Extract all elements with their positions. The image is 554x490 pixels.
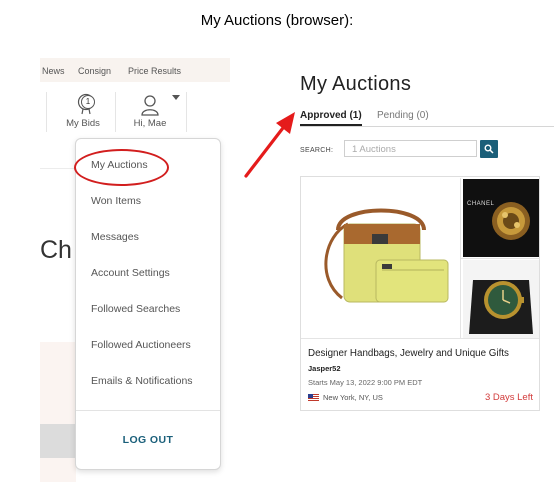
auction-thumb-brooch[interactable]: CHANEL	[463, 179, 539, 257]
bids-count-badge: 1	[81, 95, 95, 109]
page-heading-fragment: Ch	[40, 236, 72, 264]
us-flag-icon	[308, 394, 319, 401]
nav-link-consign[interactable]: Consign	[78, 66, 111, 76]
menu-item-emails-notifications[interactable]: Emails & Notifications	[91, 375, 193, 387]
auction-main-image[interactable]	[302, 178, 459, 338]
header-divider	[46, 92, 47, 132]
menu-item-followed-auctioneers[interactable]: Followed Auctioneers	[91, 339, 191, 351]
user-icon	[141, 95, 159, 116]
menu-item-followed-searches[interactable]: Followed Searches	[91, 303, 180, 315]
annotation-arrow	[244, 112, 295, 178]
card-divider	[301, 338, 539, 339]
account-dropdown-menu: My Auctions Won Items Messages Account S…	[75, 138, 221, 470]
auction-seller[interactable]: Jasper52	[308, 364, 341, 373]
active-tab-underline	[300, 124, 362, 126]
auction-title[interactable]: Designer Handbags, Jewelry and Unique Gi…	[308, 348, 509, 359]
auction-thumb-watch[interactable]	[463, 260, 539, 338]
highlight-circle	[74, 149, 169, 186]
image-divider	[461, 258, 540, 259]
caret-down-icon[interactable]	[172, 95, 180, 101]
screenshot-caption: My Auctions (browser):	[200, 12, 354, 29]
brooch-image	[492, 202, 530, 240]
tab-pending[interactable]: Pending (0)	[377, 110, 429, 121]
logout-button[interactable]: LOG OUT	[76, 434, 220, 446]
nav-link-news[interactable]: News	[42, 66, 65, 76]
site-top-nav: News Consign Price Results	[40, 58, 230, 82]
tabs-baseline	[300, 126, 554, 127]
search-label: SEARCH:	[300, 147, 334, 154]
menu-item-messages[interactable]: Messages	[91, 231, 139, 243]
page-background-panel	[40, 342, 76, 482]
auction-start-date: Starts May 13, 2022 9:00 PM EDT	[308, 378, 423, 387]
page-background-row	[40, 424, 76, 458]
nav-link-price-results[interactable]: Price Results	[128, 66, 181, 76]
account-greeting: Hi, Mae	[133, 118, 167, 129]
auction-location: New York, NY, US	[323, 393, 383, 402]
handbag-image	[324, 208, 449, 303]
page-title: My Auctions	[300, 73, 412, 95]
header-divider	[186, 92, 187, 132]
tab-approved[interactable]: Approved (1)	[300, 110, 362, 121]
menu-divider	[76, 410, 220, 411]
watch-image	[469, 280, 533, 334]
header-divider	[115, 92, 116, 132]
menu-item-account-settings[interactable]: Account Settings	[91, 267, 170, 279]
auction-card[interactable]: CHANEL Designer Handbags, Jewelry and Un…	[300, 176, 540, 411]
search-icon	[484, 144, 494, 154]
search-button[interactable]	[480, 140, 498, 158]
my-bids-button[interactable]: 1 My Bids	[60, 90, 110, 132]
search-input[interactable]: 1 Auctions	[344, 140, 477, 157]
time-left-badge: 3 Days Left	[484, 392, 533, 403]
menu-item-won-items[interactable]: Won Items	[91, 195, 141, 207]
my-bids-label: My Bids	[66, 118, 100, 129]
